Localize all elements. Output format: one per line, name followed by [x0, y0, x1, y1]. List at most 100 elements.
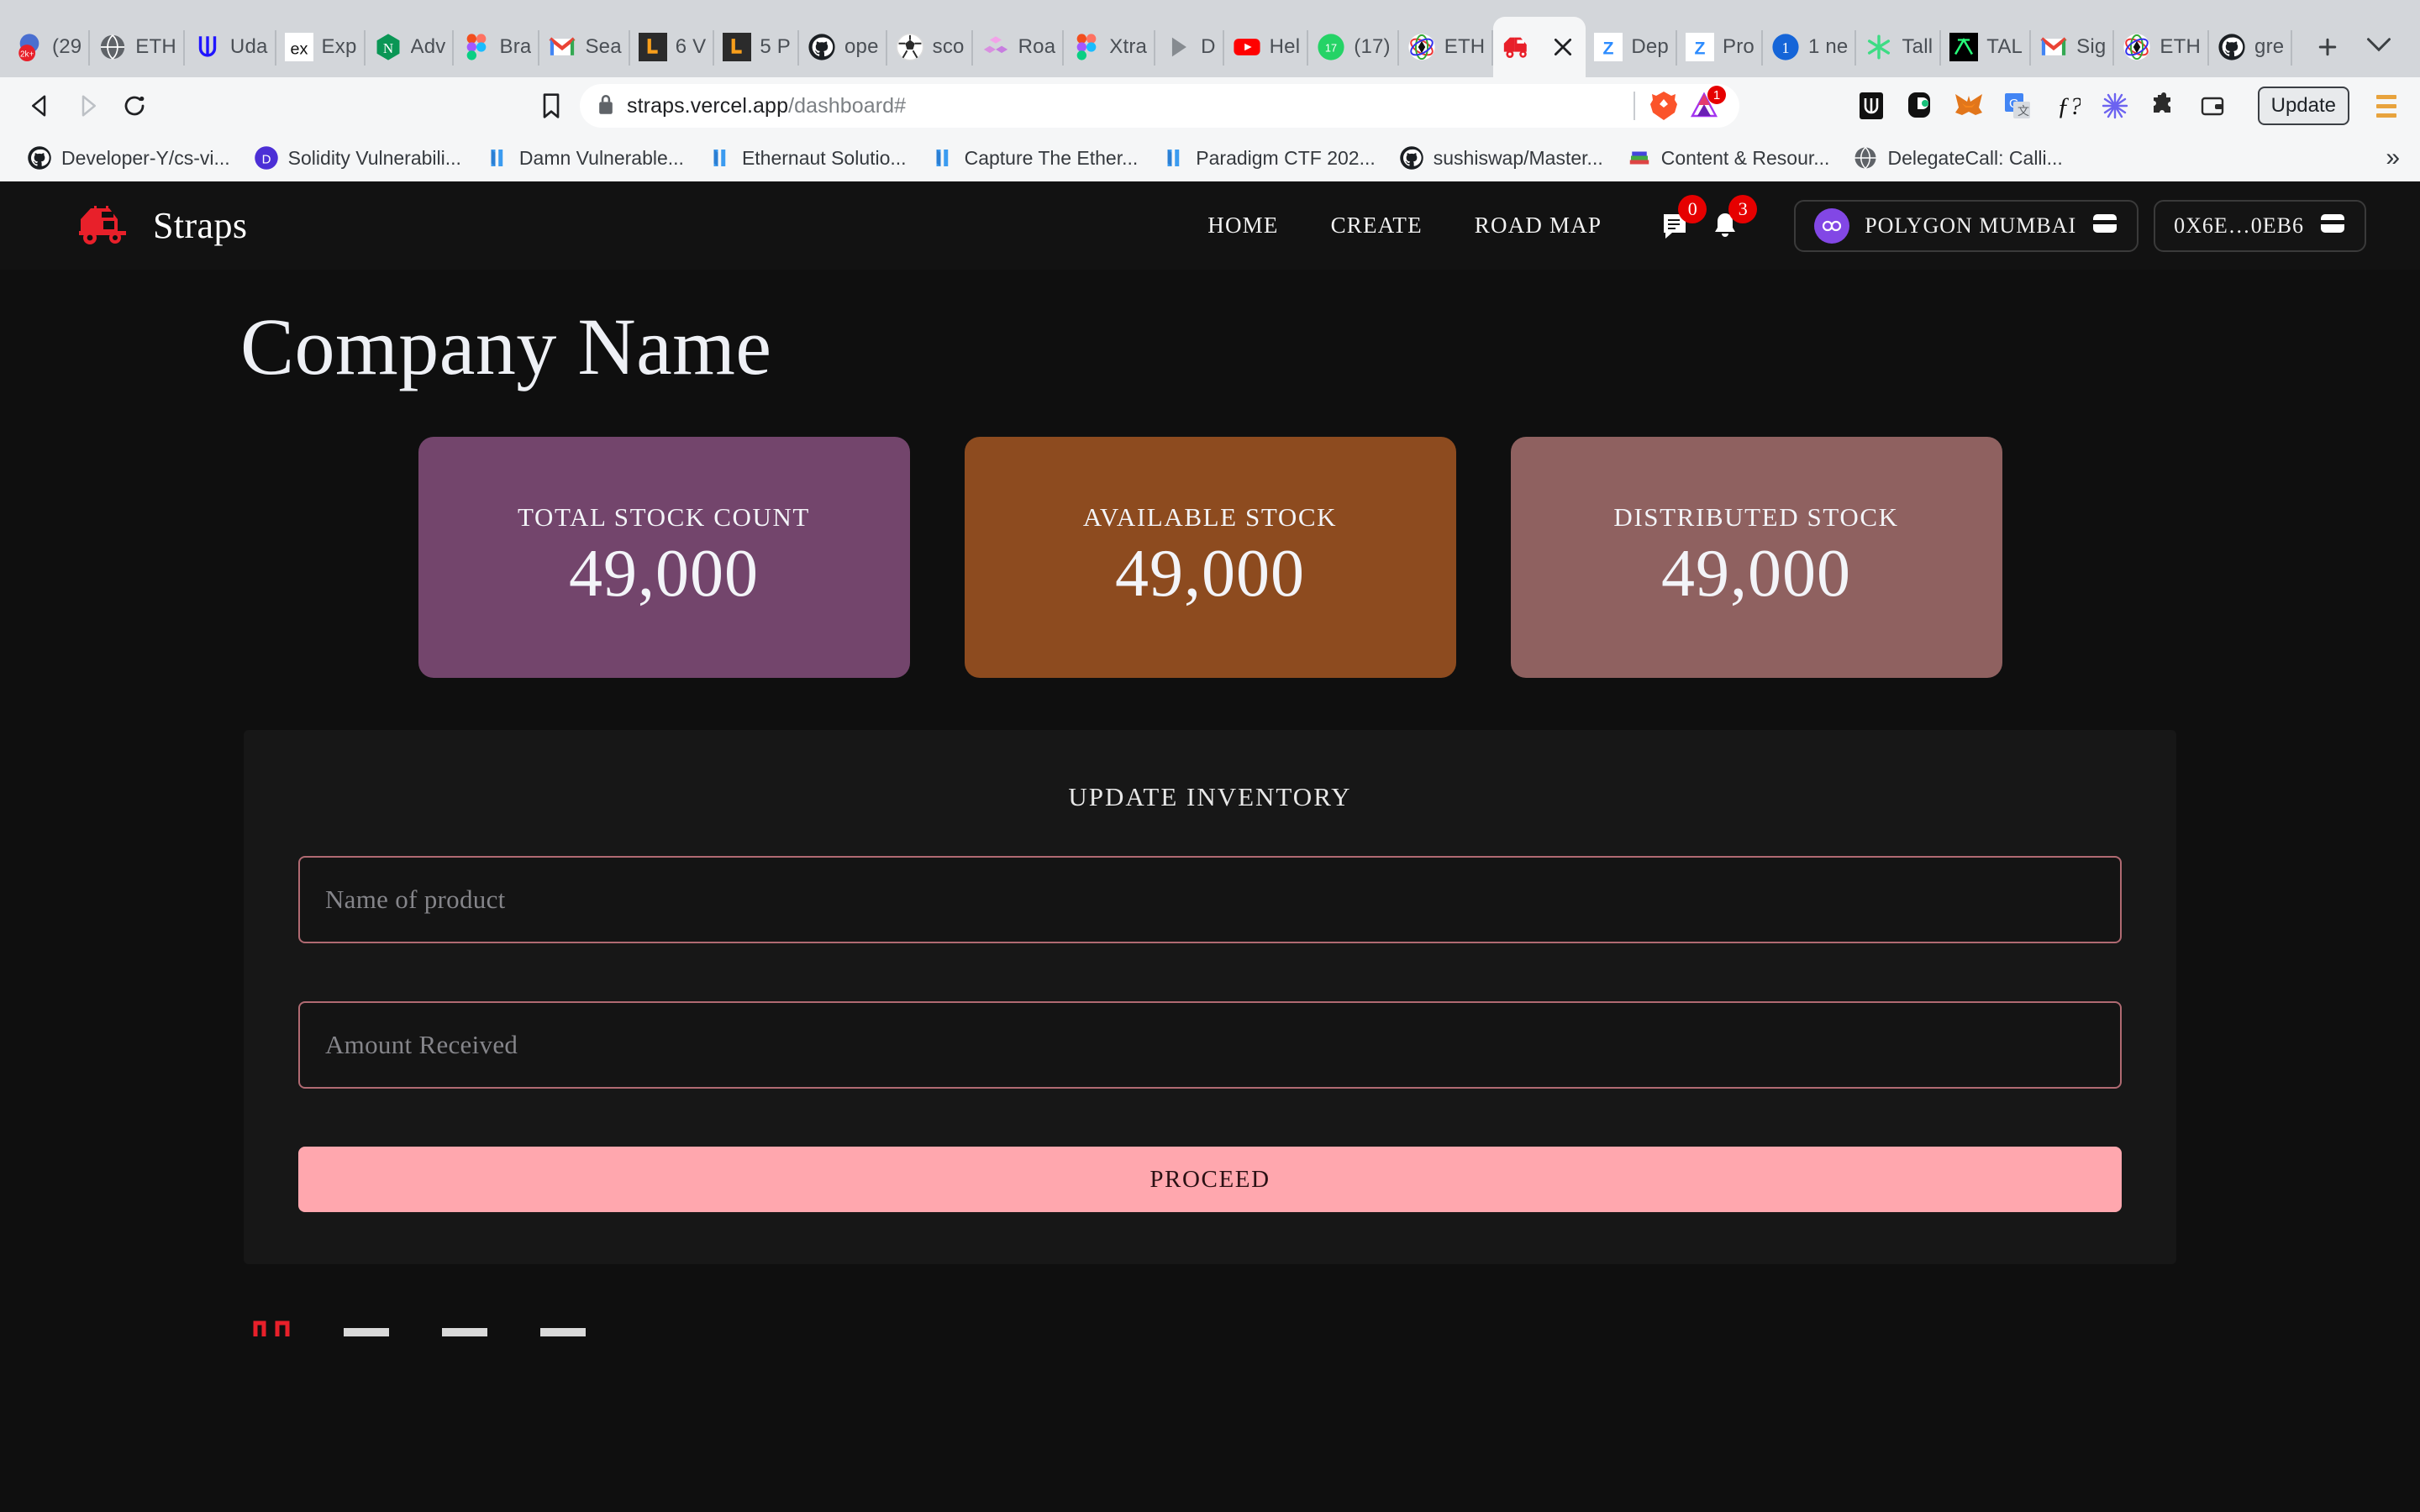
bookmark-item[interactable]: Capture The Ether...	[918, 139, 1150, 176]
browser-tab[interactable]: 5 P	[714, 17, 799, 77]
product-name-input[interactable]: Name of product	[298, 856, 2122, 943]
extensions-row: G文 ƒ? Update	[1853, 87, 2403, 125]
brand[interactable]: Straps	[76, 201, 247, 251]
browser-tab[interactable]: gre	[2209, 17, 2293, 77]
whatsapp-icon: 17	[1317, 33, 1345, 61]
brave-rewards-icon[interactable]: 1	[1686, 86, 1726, 124]
formula-icon[interactable]: ƒ?	[2048, 87, 2085, 124]
browser-tab[interactable]: Roa	[973, 17, 1065, 77]
phantom-icon[interactable]	[1902, 87, 1939, 124]
browser-tab[interactable]	[1493, 17, 1586, 77]
browser-tab[interactable]: Uda	[185, 17, 276, 77]
browser-menu-icon[interactable]	[2370, 87, 2403, 125]
browser-tab[interactable]: ex Exp	[276, 17, 366, 77]
bookmark-icon[interactable]	[528, 82, 575, 129]
amount-received-input[interactable]: Amount Received	[298, 1001, 2122, 1089]
wallet-icon[interactable]	[2194, 87, 2231, 124]
wallet-icon	[2319, 212, 2346, 239]
browser-tab[interactable]: Bra	[454, 17, 540, 77]
url-text: straps.vercel.app/dashboard#	[627, 93, 907, 118]
omnibox-divider	[1634, 92, 1635, 120]
browser-tab[interactable]: Xtra	[1064, 17, 1156, 77]
network-selector[interactable]: POLYGON MUMBAI	[1794, 199, 2139, 252]
reload-icon[interactable]	[111, 82, 158, 129]
bookmarks-bar: Developer-Y/cs-vi... D Solidity Vulnerabil…	[0, 134, 2420, 181]
browser-tab[interactable]: 17 (17)	[1308, 17, 1399, 77]
bookmarks-overflow-icon[interactable]: »	[2386, 144, 2400, 172]
browser-tab[interactable]: ETH	[2114, 17, 2210, 77]
bookmark-item[interactable]: Ethernaut Solutio...	[696, 139, 918, 176]
forward-arrow-icon[interactable]	[64, 82, 111, 129]
back-arrow-icon[interactable]	[17, 82, 64, 129]
ethereum-blue-icon	[485, 145, 510, 171]
browser-tab[interactable]: Sea	[539, 17, 630, 77]
address-bar[interactable]: straps.vercel.app/dashboard# 1	[580, 84, 1739, 128]
bell-icon[interactable]: 3	[1707, 194, 1758, 244]
svg-text:D: D	[261, 152, 271, 166]
tally-icon	[1865, 33, 1893, 61]
site-nav-links: HOME CREATE ROAD MAP	[1181, 213, 1628, 239]
update-inventory-panel: UPDATE INVENTORY Name of product Amount …	[244, 730, 2176, 1264]
svg-text:2k+: 2k+	[20, 50, 34, 59]
site-navbar: Straps HOME CREATE ROAD MAP 0 3 POLYGON …	[0, 181, 2420, 270]
tab-label: 6 V	[675, 35, 707, 58]
bookmark-label: Damn Vulnerable...	[518, 146, 684, 169]
nav-link-home[interactable]: HOME	[1181, 213, 1304, 239]
browser-tab[interactable]: 1 1 ne	[1763, 17, 1857, 77]
tab-search-chevron-icon[interactable]	[2360, 25, 2398, 64]
chat-bubble-icon[interactable]: 0	[1656, 194, 1707, 244]
stat-card-value: 49,000	[1661, 537, 1851, 611]
footer-block-2	[442, 1328, 487, 1336]
bookmark-item[interactable]: Content & Resour...	[1615, 139, 1842, 176]
stat-card: DISTRIBUTED STOCK 49,000	[1510, 437, 2002, 678]
bookmark-item[interactable]: DelegateCall: Calli...	[1841, 139, 2074, 176]
udacity-icon	[193, 33, 222, 61]
bookmark-item[interactable]: D Solidity Vulnerabili...	[242, 139, 473, 176]
play-icon	[1164, 33, 1192, 61]
ethglobal-icon	[1407, 33, 1436, 61]
browser-window: 2k+ (29 ETH Uda ex Exp N Adv Bra Sea 6 V 5 P ope sco R…	[0, 0, 2420, 1512]
browser-tab[interactable]: 2k+ (29	[7, 17, 91, 77]
figma-icon	[1072, 33, 1101, 61]
metamask-fox-icon[interactable]	[1950, 87, 1987, 124]
bookmark-item[interactable]: Developer-Y/cs-vi...	[15, 139, 242, 176]
browser-tab[interactable]: Z Pro	[1677, 17, 1763, 77]
browser-tab[interactable]: ETH	[90, 17, 185, 77]
snowflake-icon[interactable]	[2096, 87, 2133, 124]
globe-icon	[1853, 145, 1878, 171]
browser-tab[interactable]: ope	[799, 17, 887, 77]
nav-link-create[interactable]: CREATE	[1305, 213, 1449, 239]
new-tab-button[interactable]	[2304, 24, 2351, 71]
bookmark-item[interactable]: sushiswap/Master...	[1387, 139, 1615, 176]
update-button[interactable]: Update	[2257, 87, 2349, 125]
puzzle-extension-icon[interactable]	[2145, 87, 2182, 124]
browser-tab[interactable]: Tall	[1856, 17, 1942, 77]
leetcode-icon	[638, 33, 667, 61]
brave-lion-icon[interactable]	[1645, 87, 1682, 124]
browser-tab[interactable]: ETH	[1399, 17, 1494, 77]
close-icon[interactable]	[1549, 33, 1577, 61]
web-page-content: Straps HOME CREATE ROAD MAP 0 3 POLYGON …	[0, 181, 2420, 1512]
bookmark-label: Content & Resour...	[1660, 146, 1830, 169]
bookmark-item[interactable]: Damn Vulnerable...	[473, 139, 696, 176]
metamask-alt-icon[interactable]	[1853, 87, 1890, 124]
browser-tab[interactable]: Hel	[1224, 17, 1309, 77]
proceed-button[interactable]: PROCEED	[298, 1147, 2122, 1212]
polygon-icon	[1814, 207, 1850, 244]
tab-separator	[2291, 30, 2293, 66]
browser-tab[interactable]: N Adv	[366, 17, 455, 77]
bookmark-item[interactable]: Paradigm CTF 202...	[1150, 139, 1386, 176]
nav-link-road-map[interactable]: ROAD MAP	[1449, 213, 1628, 239]
browser-tab[interactable]: TAL	[1941, 17, 2032, 77]
browser-tab[interactable]: Z Dep	[1586, 17, 1677, 77]
browser-tab[interactable]: Sig	[2031, 17, 2115, 77]
svg-text:ex: ex	[290, 40, 308, 59]
zoom-icon: Z	[1594, 33, 1623, 61]
browser-tab[interactable]: 6 V	[630, 17, 715, 77]
bookmark-label: Developer-Y/cs-vi...	[61, 146, 230, 169]
shield-count-badge: 1	[1707, 86, 1726, 104]
browser-tab[interactable]: D	[1155, 17, 1224, 77]
browser-tab[interactable]: sco	[887, 17, 973, 77]
account-address-button[interactable]: 0X6E…0EB6	[2154, 199, 2366, 252]
google-translate-icon[interactable]: G文	[1999, 87, 2036, 124]
